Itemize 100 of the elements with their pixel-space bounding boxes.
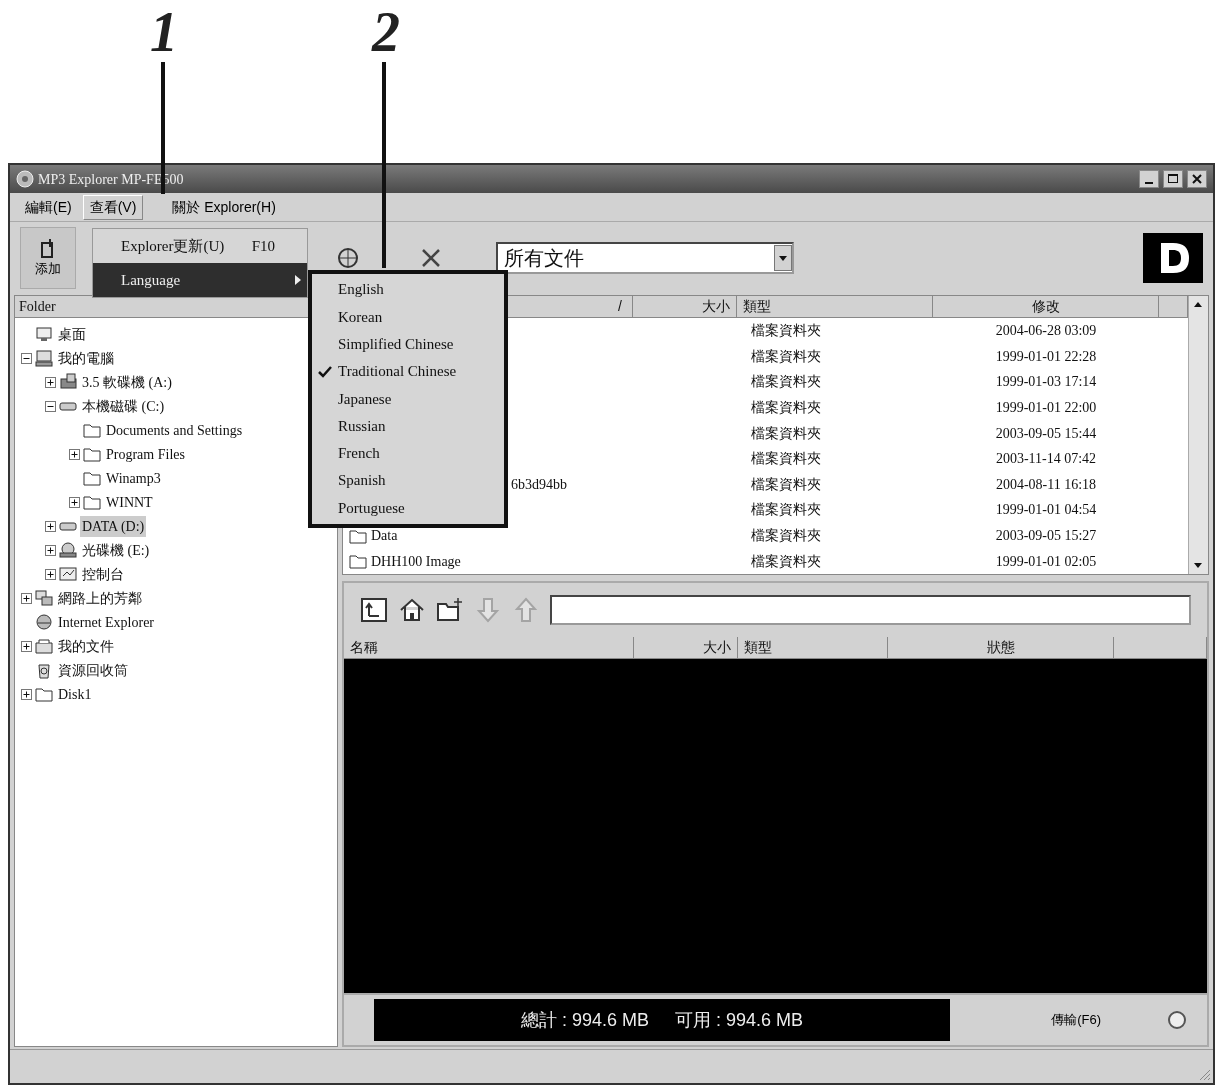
expander-icon[interactable] (45, 568, 56, 580)
recycle-bin-icon (35, 661, 53, 679)
column-header[interactable]: 修改 (933, 296, 1159, 317)
column-header[interactable]: 名稱 (344, 636, 634, 658)
tree-item[interactable]: Disk1 (56, 683, 94, 705)
modified-date: 1999-01-03 17:14 (995, 374, 1097, 390)
transfer-button[interactable]: 傳輸(F6) (1045, 1009, 1107, 1031)
tree-item[interactable]: 桌面 (56, 323, 88, 345)
resize-grip-icon[interactable] (1197, 1067, 1211, 1081)
filter-dropdown[interactable]: 所有文件 (496, 241, 794, 274)
expander-icon[interactable] (21, 640, 32, 652)
file-name[interactable]: DHH100 Image (371, 550, 461, 572)
tree-item[interactable]: 控制台 (80, 563, 126, 585)
menu-item[interactable]: 查看(V) (82, 194, 144, 220)
floppy-drive-icon (59, 373, 77, 391)
column-header[interactable]: 類型 (737, 296, 933, 317)
window-title: MP3 Explorer MP-FE500 (38, 170, 184, 189)
modified-date: 1999-01-01 22:00 (995, 400, 1097, 416)
modified-date: 2004-06-28 03:09 (995, 323, 1097, 339)
folder-up-icon[interactable] (360, 595, 388, 624)
modified-date: 2003-09-05 15:44 (995, 425, 1097, 441)
menu-item[interactable]: Russian (338, 414, 386, 438)
file-name[interactable]: 6b3d94bb (511, 473, 567, 495)
file-type: 檔案資料夾 (751, 348, 821, 364)
file-name[interactable]: Data (371, 525, 398, 547)
file-type: 檔案資料夾 (751, 425, 821, 441)
folder-icon (83, 469, 101, 487)
app-icon (16, 170, 34, 188)
callout-number: 2 (372, 4, 400, 60)
scroll-down-icon (1194, 562, 1202, 568)
network-icon (35, 589, 53, 607)
column-header[interactable]: 大小 (634, 636, 738, 658)
expander-icon[interactable] (45, 544, 56, 556)
scroll-up-icon (1194, 302, 1202, 307)
folder-icon (349, 553, 367, 570)
file-type: 檔案資料夾 (751, 553, 821, 569)
menu-item[interactable]: Language (93, 263, 307, 297)
modified-date: 1999-01-01 22:28 (995, 348, 1097, 364)
expander-icon[interactable] (69, 496, 80, 508)
modified-date: 1999-01-01 02:05 (995, 553, 1097, 569)
file-type: 檔案資料夾 (751, 451, 821, 467)
desktop-icon (35, 325, 53, 343)
expander-icon[interactable] (45, 520, 56, 532)
tree-item[interactable]: 我的電腦 (56, 347, 116, 369)
menu-item[interactable]: Spanish (338, 469, 386, 492)
scrollbar[interactable] (1188, 296, 1208, 574)
free-capacity: 可用 : 994.6 MB (675, 1008, 804, 1032)
folder-icon (83, 445, 101, 463)
maximize-button[interactable] (1163, 170, 1183, 188)
file-type: 檔案資料夾 (751, 323, 821, 339)
menu-item[interactable]: Explorer更新(U) F10 (93, 229, 307, 263)
folder-icon (35, 685, 53, 703)
computer-icon (35, 349, 53, 367)
tree-item[interactable]: 3.5 軟碟機 (A:) (80, 371, 174, 393)
modified-date: 2003-11-14 07:42 (995, 451, 1097, 467)
path-field[interactable] (550, 594, 1191, 625)
folder-icon (83, 493, 101, 511)
tree-item[interactable]: Internet Explorer (56, 611, 156, 633)
tree-item[interactable]: 網路上的芳鄰 (56, 587, 144, 609)
tree-item[interactable]: 我的文件 (56, 635, 116, 657)
close-icon (1190, 172, 1204, 186)
tree-item[interactable]: 資源回收筒 (56, 659, 130, 681)
minimize-icon (1145, 182, 1153, 184)
tree-item[interactable]: DATA (D:) (80, 515, 147, 537)
expander-icon[interactable] (21, 352, 32, 364)
menu-item[interactable]: 關於 Explorer(H) (165, 194, 283, 220)
expander-icon[interactable] (45, 376, 56, 388)
menu-item[interactable]: Portuguese (338, 496, 405, 520)
expander-icon[interactable] (21, 592, 32, 604)
expander-icon[interactable] (69, 448, 80, 460)
delete-icon[interactable] (420, 246, 442, 269)
expander-icon[interactable] (45, 400, 56, 412)
tree-item[interactable]: WINNT (104, 491, 155, 513)
tree-item[interactable]: Winamp3 (104, 467, 163, 489)
menu-item[interactable]: Simplified Chinese (338, 333, 454, 356)
menu-item[interactable]: 編輯(E) (18, 194, 79, 220)
expander-icon[interactable] (21, 688, 32, 700)
tree-item[interactable]: 本機磁碟 (C:) (80, 395, 167, 417)
globe-icon[interactable] (336, 245, 360, 270)
menu-item[interactable]: Japanese (338, 387, 392, 411)
menu-item[interactable]: English (338, 278, 384, 301)
tree-item[interactable]: 光碟機 (E:) (80, 539, 152, 561)
folder-icon (83, 421, 101, 439)
new-folder-icon[interactable] (436, 595, 464, 624)
globe-icon (35, 613, 53, 631)
menu-item[interactable]: French (338, 442, 380, 465)
menu-item[interactable]: Korean (338, 305, 383, 329)
menu-item[interactable]: Traditional Chinese (338, 360, 457, 383)
close-button[interactable] (1187, 170, 1207, 188)
column-header[interactable]: 類型 (738, 636, 888, 658)
tree-item[interactable]: Documents and Settings (104, 419, 245, 441)
add-button[interactable]: 添加 (20, 226, 76, 289)
minimize-button[interactable] (1139, 170, 1159, 188)
column-header[interactable]: 狀態 (888, 636, 1114, 658)
file-type: 檔案資料夾 (751, 400, 821, 416)
column-header[interactable]: 大小 (633, 296, 737, 317)
file-type: 檔案資料夾 (751, 528, 821, 544)
modified-date: 1999-01-01 04:54 (995, 502, 1097, 518)
logo-icon (1143, 232, 1203, 283)
tree-item[interactable]: Program Files (104, 443, 187, 465)
